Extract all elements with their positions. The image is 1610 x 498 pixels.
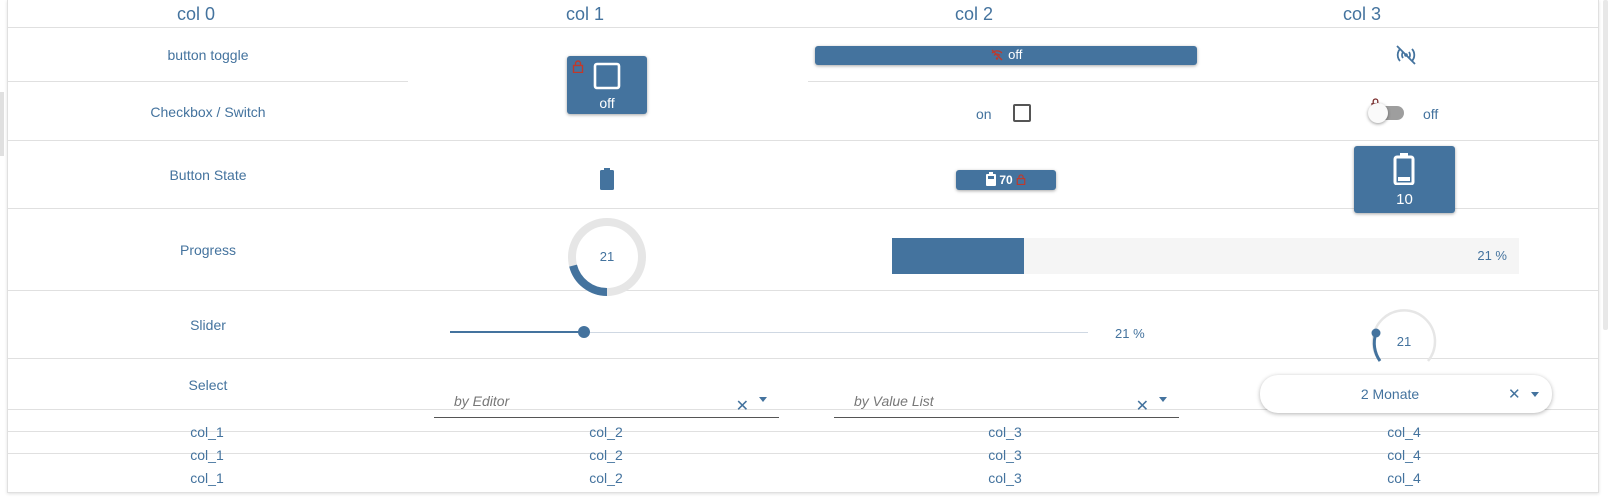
header-col-0: col 0	[176, 4, 216, 24]
header-col-2: col 2	[954, 4, 994, 24]
table-cell: col_3	[988, 424, 1022, 440]
row-label-slider: Slider	[190, 317, 226, 333]
select-placeholder: by Editor	[454, 393, 510, 409]
clear-icon[interactable]: ✕	[1508, 385, 1521, 403]
select-by-editor[interactable]: by Editor ✕	[434, 383, 779, 418]
linear-progress-fill	[892, 238, 1024, 274]
row-label-button-toggle: button toggle	[167, 47, 249, 63]
state-value: 70	[999, 173, 1013, 187]
row-label-progress: Progress	[179, 242, 237, 258]
table-cell: col_4	[1387, 470, 1421, 486]
table-cell: col_4	[1387, 424, 1421, 440]
lock-icon	[572, 60, 584, 78]
slider-thumb[interactable]	[577, 326, 590, 338]
divider	[8, 290, 1598, 291]
slider[interactable]	[450, 326, 1088, 340]
toggle-state-text: off	[1008, 47, 1023, 62]
switch-off-label: off	[1423, 106, 1439, 122]
select-filled[interactable]: 2 Monate ✕	[1260, 375, 1552, 413]
toggle-state-text: off	[599, 95, 615, 111]
battery-outline-icon	[1393, 153, 1415, 190]
chevron-down-icon[interactable]	[1159, 397, 1167, 402]
divider	[8, 453, 1598, 454]
switch-thumb	[1368, 103, 1388, 123]
square-outline-icon	[593, 62, 621, 95]
table-cell: col_4	[1387, 447, 1421, 463]
state-button-col2[interactable]: 70	[956, 170, 1056, 190]
battery-icon	[985, 172, 999, 189]
battery-icon[interactable]	[600, 168, 614, 195]
switch-toggle[interactable]	[1368, 103, 1406, 123]
divider	[808, 81, 1598, 82]
linear-progress-text: 21 %	[1477, 248, 1507, 263]
divider	[8, 358, 1598, 359]
state-button-col3[interactable]: 10	[1354, 146, 1455, 213]
select-value: 2 Monate	[1360, 386, 1420, 402]
chevron-down-icon[interactable]	[759, 397, 767, 402]
table-cell: col_2	[589, 470, 623, 486]
state-value: 10	[1396, 191, 1413, 208]
checkbox[interactable]	[1013, 104, 1031, 122]
slider-value-text: 21 %	[1115, 326, 1145, 341]
divider	[8, 431, 1598, 432]
toggle-button-col1[interactable]: off	[567, 56, 647, 114]
checkbox-on-label: on	[976, 106, 992, 122]
select-placeholder: by Value List	[854, 393, 934, 409]
header-col-3: col 3	[1342, 4, 1382, 24]
table-cell: col_3	[988, 470, 1022, 486]
table-cell: col_3	[988, 447, 1022, 463]
clear-icon[interactable]: ✕	[1136, 396, 1149, 416]
circular-progress-value: 21	[599, 249, 615, 264]
table-cell: col_2	[589, 447, 623, 463]
left-scroll-edge	[0, 92, 4, 156]
divider	[8, 140, 1598, 141]
row-label-button-state: Button State	[169, 167, 247, 183]
table-cell: col_2	[589, 424, 623, 440]
header-col-1: col 1	[565, 4, 605, 24]
table-cell: col_1	[190, 424, 224, 440]
row-label-select: Select	[188, 377, 228, 393]
table-cell: col_1	[190, 447, 224, 463]
chevron-down-icon[interactable]	[1531, 392, 1539, 397]
slider-fill	[450, 331, 584, 333]
right-scrollbar[interactable]	[1603, 0, 1608, 330]
linear-progress-track: 21 %	[892, 238, 1519, 274]
toggle-button-col2[interactable]: off	[815, 46, 1197, 65]
table-cell: col_1	[190, 470, 224, 486]
knob-value: 21	[1396, 334, 1412, 349]
select-by-value-list[interactable]: by Value List ✕	[834, 383, 1179, 418]
wifi-off-icon	[990, 48, 1008, 65]
signal-off-icon[interactable]	[1394, 44, 1418, 71]
clear-icon[interactable]: ✕	[736, 396, 749, 416]
row-label-checkbox-switch: Checkbox / Switch	[150, 104, 266, 120]
lock-icon	[1016, 174, 1026, 188]
divider	[8, 27, 1598, 28]
divider	[8, 81, 408, 82]
